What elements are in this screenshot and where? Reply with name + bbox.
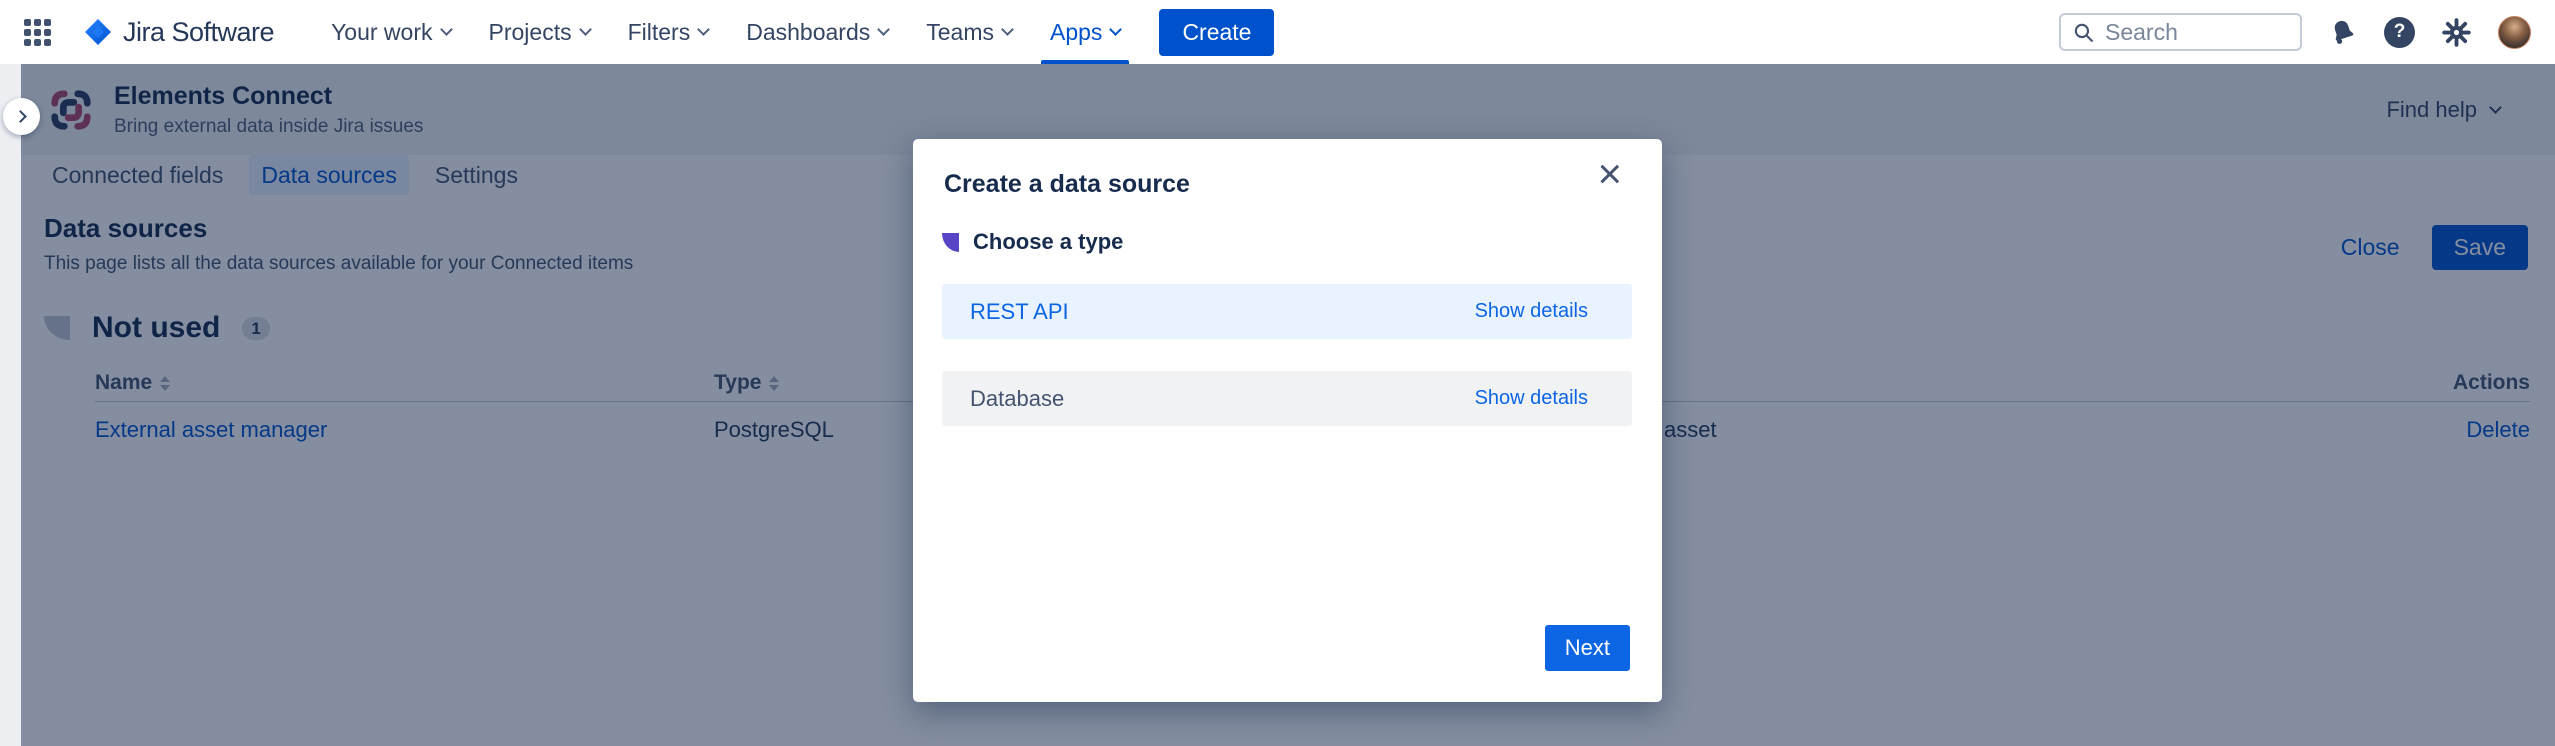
chevron-down-icon: [1110, 23, 1123, 36]
create-data-source-modal: Create a data source × Choose a type RES…: [913, 139, 1662, 702]
nav-item-label: Dashboards: [746, 19, 870, 46]
app-switcher-icon[interactable]: [24, 19, 51, 46]
next-button[interactable]: Next: [1545, 625, 1630, 671]
choose-type-label: Choose a type: [973, 229, 1123, 255]
step-marker-icon: [942, 233, 959, 252]
jira-logo[interactable]: Jira Software: [83, 17, 274, 48]
nav-item-label: Filters: [628, 19, 691, 46]
nav-item-your-work[interactable]: Your work: [312, 0, 469, 64]
nav-item-projects[interactable]: Projects: [470, 0, 609, 64]
option-label: REST API: [970, 299, 1069, 325]
nav-right: ?: [2059, 13, 2531, 51]
close-icon[interactable]: ×: [1597, 153, 1622, 195]
modal-title: Create a data source: [944, 170, 1190, 199]
chevron-right-icon: [14, 110, 27, 123]
jira-diamond-icon: [83, 17, 113, 47]
nav-item-label: Projects: [489, 19, 572, 46]
chevron-down-icon: [1001, 23, 1014, 36]
nav-left: Jira Software Your work Projects Filters…: [24, 0, 1274, 64]
gear-icon: [2441, 17, 2472, 48]
settings-button[interactable]: [2441, 17, 2472, 48]
chevron-down-icon: [440, 23, 453, 36]
avatar-image: [2498, 16, 2531, 49]
chevron-down-icon: [579, 23, 592, 36]
option-label: Database: [970, 386, 1064, 412]
user-avatar[interactable]: [2498, 16, 2531, 49]
chevron-down-icon: [697, 23, 710, 36]
search-box[interactable]: [2059, 13, 2302, 51]
question-mark-icon: ?: [2384, 17, 2415, 48]
option-database[interactable]: Database Show details: [942, 371, 1632, 426]
nav-item-filters[interactable]: Filters: [609, 0, 728, 64]
top-nav: Jira Software Your work Projects Filters…: [0, 0, 2555, 64]
nav-item-dashboards[interactable]: Dashboards: [727, 0, 907, 64]
nav-item-teams[interactable]: Teams: [907, 0, 1031, 64]
show-details-link-rest-api[interactable]: Show details: [1475, 300, 1588, 323]
nav-item-label: Teams: [926, 19, 994, 46]
search-input[interactable]: [2105, 19, 2265, 46]
help-button[interactable]: ?: [2384, 17, 2415, 48]
nav-item-label: Apps: [1050, 19, 1102, 46]
choose-type-header: Choose a type: [942, 229, 1123, 255]
show-details-link-database[interactable]: Show details: [1475, 387, 1588, 410]
brand-wordmark: Jira Software: [123, 17, 274, 48]
nav-item-apps[interactable]: Apps: [1031, 0, 1139, 64]
chevron-down-icon: [877, 23, 890, 36]
expand-sidebar-button[interactable]: [3, 98, 40, 135]
search-icon: [2073, 22, 2094, 43]
bell-icon: [2328, 17, 2358, 47]
notifications-button[interactable]: [2328, 17, 2358, 47]
nav-item-label: Your work: [331, 19, 432, 46]
left-sidebar-rail: [0, 64, 21, 746]
create-button[interactable]: Create: [1159, 9, 1274, 56]
option-rest-api[interactable]: REST API Show details: [942, 284, 1632, 339]
primary-nav: Your work Projects Filters Dashboards Te…: [312, 0, 1139, 64]
screen: Jira Software Your work Projects Filters…: [0, 0, 2555, 746]
